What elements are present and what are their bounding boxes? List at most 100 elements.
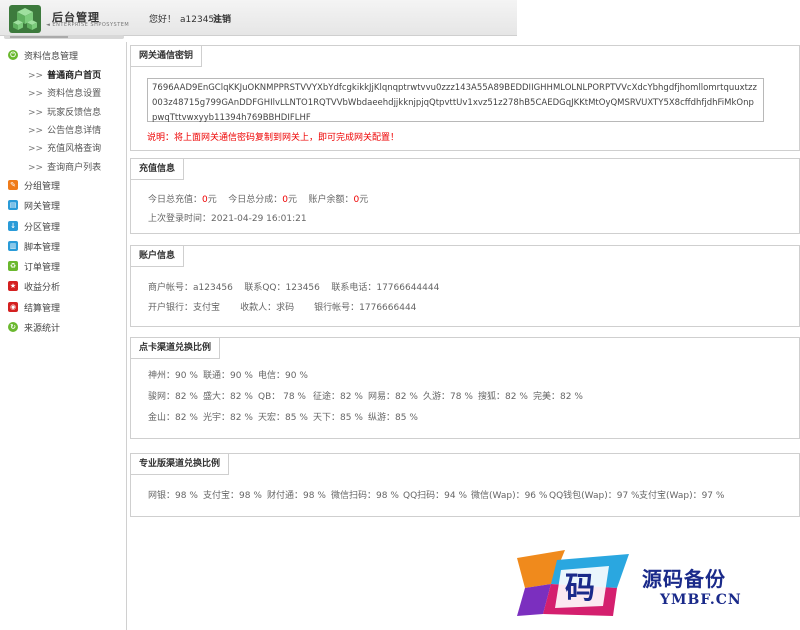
today-split-label: 今日总分成： bbox=[228, 195, 283, 205]
sidebar-item-label: 网关管理 bbox=[24, 201, 61, 212]
merchant-label: 商户帐号： bbox=[148, 283, 194, 293]
pro-rate-item: 支付宝(Wap)：97 % bbox=[639, 491, 725, 501]
pro-rate-item: 财付通：98 % bbox=[267, 491, 326, 501]
rate-item: 盛大：82 % bbox=[203, 392, 253, 402]
pro-rates-panel: 专业版渠道兑换比例 网银：98 % 支付宝：98 % 财付通：98 % 微信扫码：98… bbox=[130, 453, 800, 517]
account-panel-title: 账户信息 bbox=[131, 246, 185, 267]
sidebar-item-label: 订单管理 bbox=[24, 262, 61, 273]
unit: 元 bbox=[207, 195, 217, 205]
bank-no-value: 1776666444 bbox=[359, 303, 417, 313]
recharge-panel: 充值信息 今日总充值：0元 今日总分成：0元 账户余额：0元 上次登录时间：20… bbox=[130, 158, 800, 234]
phone-label: 联系电话： bbox=[331, 283, 377, 293]
pro-rate-item: 微信扫码：98 % bbox=[331, 491, 399, 501]
pro-rate-item: 支付宝：98 % bbox=[203, 491, 262, 501]
sidebar-item-label: 分组管理 bbox=[24, 181, 61, 192]
card-rates-row-1: 神州：90 % 联通：90 % 电信：90 % bbox=[148, 368, 308, 381]
watermark-text: 源码备份 bbox=[642, 567, 726, 591]
card-rates-panel-title: 点卡渠道兑换比例 bbox=[131, 338, 221, 359]
sidebar-item-scripts[interactable]: ▥ 脚本管理 bbox=[8, 239, 60, 253]
rate-item: 光宇：82 % bbox=[203, 413, 253, 423]
recycle-icon: ♻ bbox=[8, 261, 18, 271]
script-icon: ▥ bbox=[8, 241, 18, 251]
top-header: 后台管理 ◄ ENTERPRISE SHPOSYSTEM 您好！ a123456 … bbox=[0, 0, 800, 36]
sidebar-sub-feedback[interactable]: >> 玩家反馈信息 bbox=[28, 105, 101, 118]
unit: 元 bbox=[359, 195, 369, 205]
sidebar-sub-label: 普通商户首页 bbox=[47, 71, 102, 81]
star-icon: ★ bbox=[8, 281, 18, 291]
watermark-url: YMBF.CN bbox=[660, 592, 742, 608]
refresh-icon: ↻ bbox=[8, 322, 18, 332]
sidebar-sub-notice[interactable]: >> 公告信息详情 bbox=[28, 123, 101, 136]
rate-item: 电信：90 % bbox=[258, 371, 308, 381]
logo-cubes-icon bbox=[9, 5, 41, 33]
pro-rates-panel-title: 专业版渠道兑换比例 bbox=[131, 454, 230, 475]
account-row-2: 开户银行：支付宝 收款人：求码 银行帐号：1776666444 bbox=[148, 300, 416, 313]
settle-icon: ◉ bbox=[8, 302, 18, 312]
gateway-icon: ▤ bbox=[8, 200, 18, 210]
bank-value: 支付宝 bbox=[193, 303, 221, 313]
sidebar: ⏻ 资料信息管理 >> 普通商户首页 >> 资料信息设置 >> 玩家反馈信息 >> 公告… bbox=[0, 42, 127, 630]
gateway-key-textarea[interactable]: 7696AAD9EnGClqKKJuOKNMPPRSTVVYXbYdfcgkik… bbox=[147, 78, 764, 123]
pro-rate-item: 网银：98 % bbox=[148, 491, 198, 501]
gateway-panel: 网关通信密钥 7696AAD9EnGClqKKJuOKNMPPRSTVVYXbY… bbox=[130, 45, 800, 151]
sidebar-sub-label: 资料信息设置 bbox=[47, 89, 102, 99]
sidebar-item-source-stats[interactable]: ↻ 来源统计 bbox=[8, 320, 60, 334]
sidebar-sub-label: 充值风格查询 bbox=[47, 144, 102, 154]
sidebar-sub-recharge-query[interactable]: >> 充值风格查询 bbox=[28, 141, 101, 154]
pro-rate-item: QQ扫码：94 % bbox=[403, 491, 468, 501]
logout-link[interactable]: 注销 bbox=[213, 12, 231, 25]
card-rates-panel: 点卡渠道兑换比例 神州：90 % 联通：90 % 电信：90 % 骏网：82 % 盛大… bbox=[130, 337, 800, 439]
card-rates-row-2: 骏网：82 % 盛大：82 % QB： 78 % 征途：82 % 网易：82 % 久游：7… bbox=[148, 389, 583, 402]
rate-item: 征途：82 % bbox=[313, 392, 363, 402]
bank-no-label: 银行帐号： bbox=[314, 303, 360, 313]
gateway-note: 说明：将上面网关通信密码复制到网关上，即可完成网关配置！ bbox=[147, 133, 400, 143]
sidebar-item-revenue[interactable]: ★ 收益分析 bbox=[8, 279, 60, 293]
rate-item: 完美：82 % bbox=[533, 392, 583, 402]
download-icon: ↓ bbox=[8, 221, 18, 231]
rate-item: 搜狐：82 % bbox=[478, 392, 528, 402]
recharge-summary-row: 今日总充值：0元 今日总分成：0元 账户余额：0元 bbox=[148, 192, 368, 205]
sidebar-item-groups[interactable]: ✎ 分组管理 bbox=[8, 178, 60, 192]
rate-item: 网易：82 % bbox=[368, 392, 418, 402]
sidebar-sub-profile-settings[interactable]: >> 资料信息设置 bbox=[28, 86, 101, 99]
rate-item: 久游：78 % bbox=[423, 392, 473, 402]
account-panel: 账户信息 商户帐号：a123456 联系QQ：123456 联系电话：17766… bbox=[130, 245, 800, 327]
sidebar-sub-label: 查询商户列表 bbox=[47, 163, 102, 173]
horizontal-scrollbar[interactable] bbox=[4, 35, 124, 39]
unit: 元 bbox=[287, 195, 297, 205]
sidebar-sub-home[interactable]: >> 普通商户首页 bbox=[28, 68, 101, 81]
merchant-value: a123456 bbox=[193, 283, 233, 293]
sidebar-item-label: 来源统计 bbox=[24, 323, 61, 334]
sidebar-item-orders[interactable]: ♻ 订单管理 bbox=[8, 259, 60, 273]
qq-label: 联系QQ： bbox=[244, 283, 286, 293]
bank-label: 开户银行： bbox=[148, 303, 194, 313]
sidebar-group-label: 资料信息管理 bbox=[24, 51, 79, 62]
sidebar-item-settlement[interactable]: ◉ 结算管理 bbox=[8, 300, 60, 314]
power-icon: ⏻ bbox=[8, 50, 18, 60]
pro-rate-item: QQ钱包(Wap)：97 % bbox=[549, 491, 640, 501]
sidebar-item-label: 结算管理 bbox=[24, 303, 61, 314]
last-login-value: 2021-04-29 16:01:21 bbox=[211, 214, 307, 224]
rate-item: 联通：90 % bbox=[203, 371, 253, 381]
sidebar-sub-label: 玩家反馈信息 bbox=[47, 108, 102, 118]
gateway-panel-title: 网关通信密钥 bbox=[131, 46, 203, 67]
today-total-label: 今日总充值： bbox=[148, 195, 203, 205]
sidebar-group-profile[interactable]: ⏻ 资料信息管理 bbox=[8, 48, 78, 62]
last-login-row: 上次登录时间：2021-04-29 16:01:21 bbox=[148, 211, 307, 224]
header-blank bbox=[517, 0, 800, 36]
sidebar-item-label: 脚本管理 bbox=[24, 242, 61, 253]
rate-item: 神州：90 % bbox=[148, 371, 198, 381]
pro-rate-item: 微信(Wap)：96 % bbox=[471, 491, 548, 501]
scrollbar-thumb[interactable] bbox=[10, 36, 68, 38]
sidebar-item-zones[interactable]: ↓ 分区管理 bbox=[8, 219, 60, 233]
sidebar-item-gateway[interactable]: ▤ 网关管理 bbox=[8, 198, 60, 212]
rate-item: QB： 78 % bbox=[258, 392, 306, 402]
payee-value: 求码 bbox=[276, 303, 295, 313]
rate-item: 骏网：82 % bbox=[148, 392, 198, 402]
watermark-glyph: 码 bbox=[565, 571, 595, 606]
pencil-icon: ✎ bbox=[8, 180, 18, 190]
sidebar-sub-label: 公告信息详情 bbox=[47, 126, 102, 136]
sidebar-item-label: 分区管理 bbox=[24, 222, 61, 233]
sidebar-sub-merchant-list[interactable]: >> 查询商户列表 bbox=[28, 160, 101, 173]
brand-subtitle: ◄ ENTERPRISE SHPOSYSTEM bbox=[46, 22, 130, 28]
